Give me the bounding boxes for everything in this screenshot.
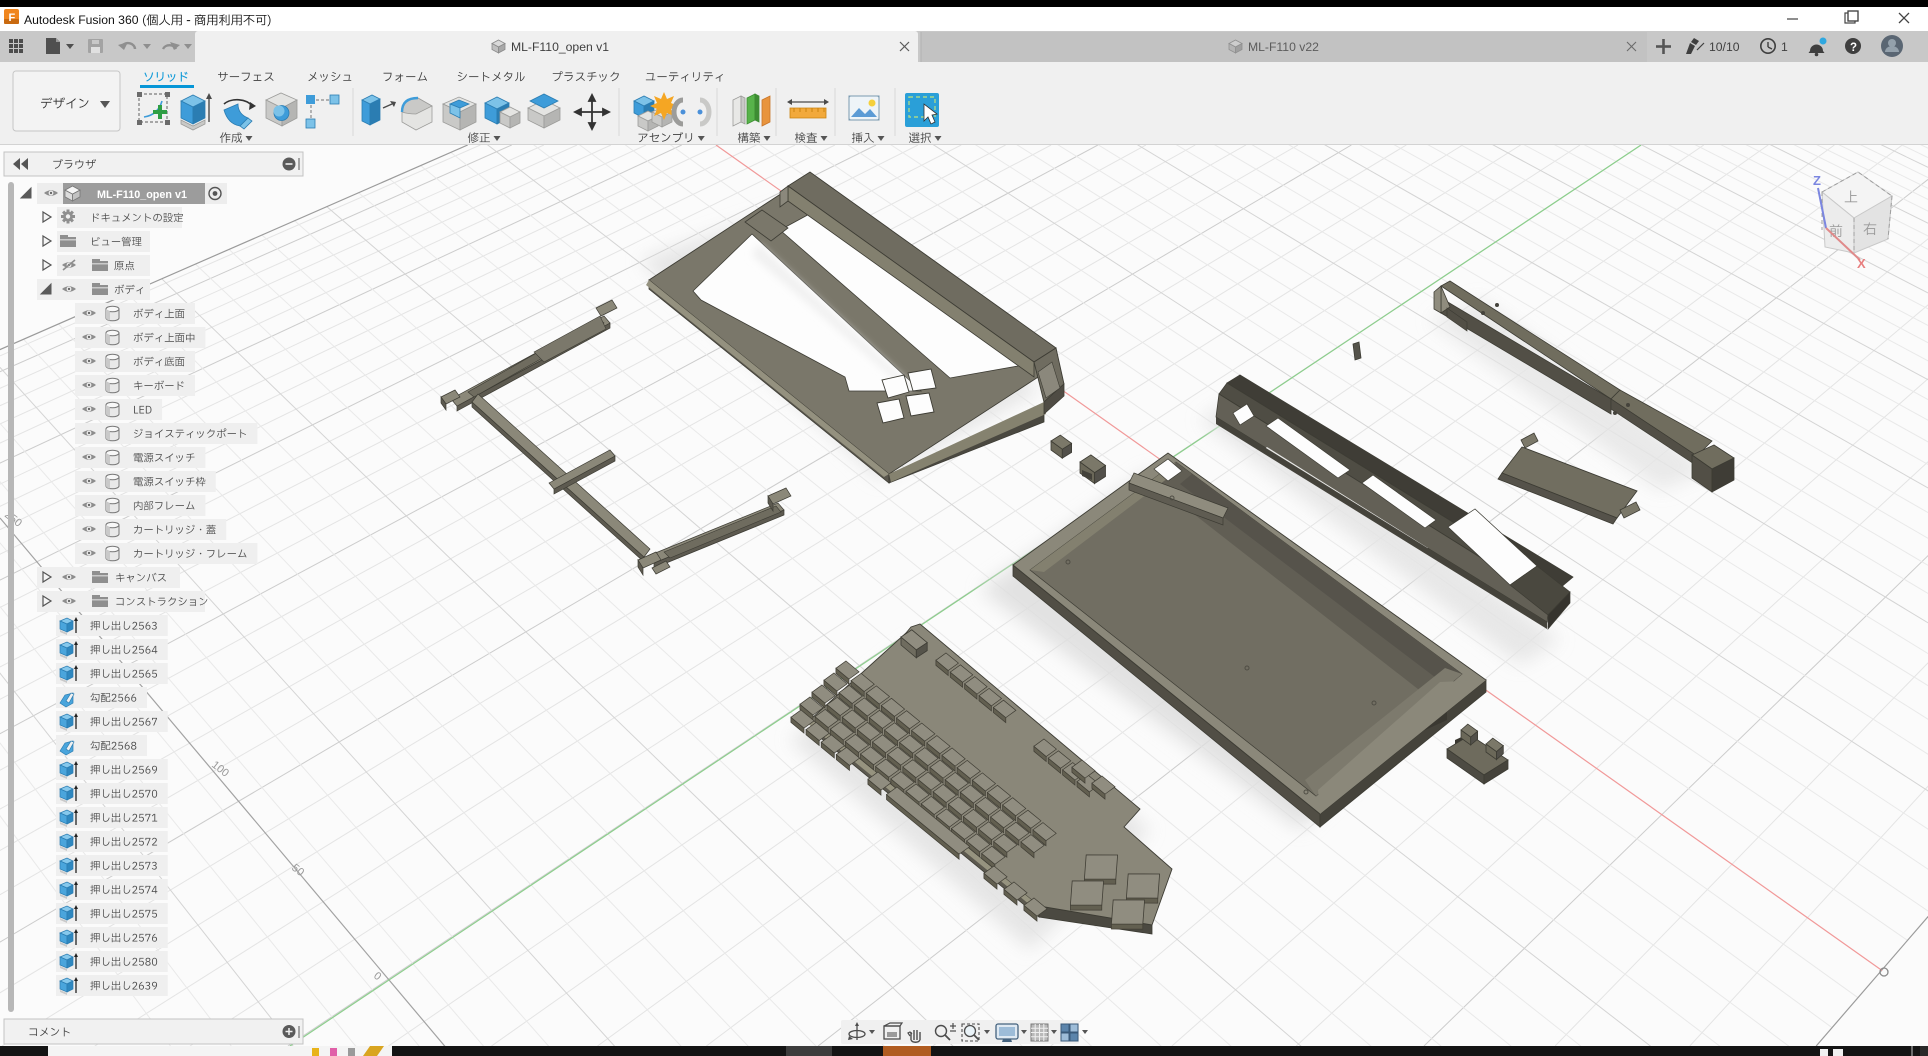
svg-text:?: ? <box>1850 42 1857 54</box>
svg-text:F: F <box>9 12 16 24</box>
svg-text:X: X <box>1857 256 1866 271</box>
svg-text:ML-F110 v22: ML-F110 v22 <box>1248 40 1319 54</box>
svg-text:ML-F110_open v1: ML-F110_open v1 <box>511 40 609 54</box>
svg-text:1: 1 <box>1781 40 1788 54</box>
svg-text:Z: Z <box>1813 173 1821 188</box>
svg-text:ML-F110_open v1: ML-F110_open v1 <box>97 189 187 201</box>
svg-text:10/10: 10/10 <box>1709 40 1740 54</box>
svg-text:Autodesk Fusion 360: Autodesk Fusion 360 <box>24 13 139 27</box>
